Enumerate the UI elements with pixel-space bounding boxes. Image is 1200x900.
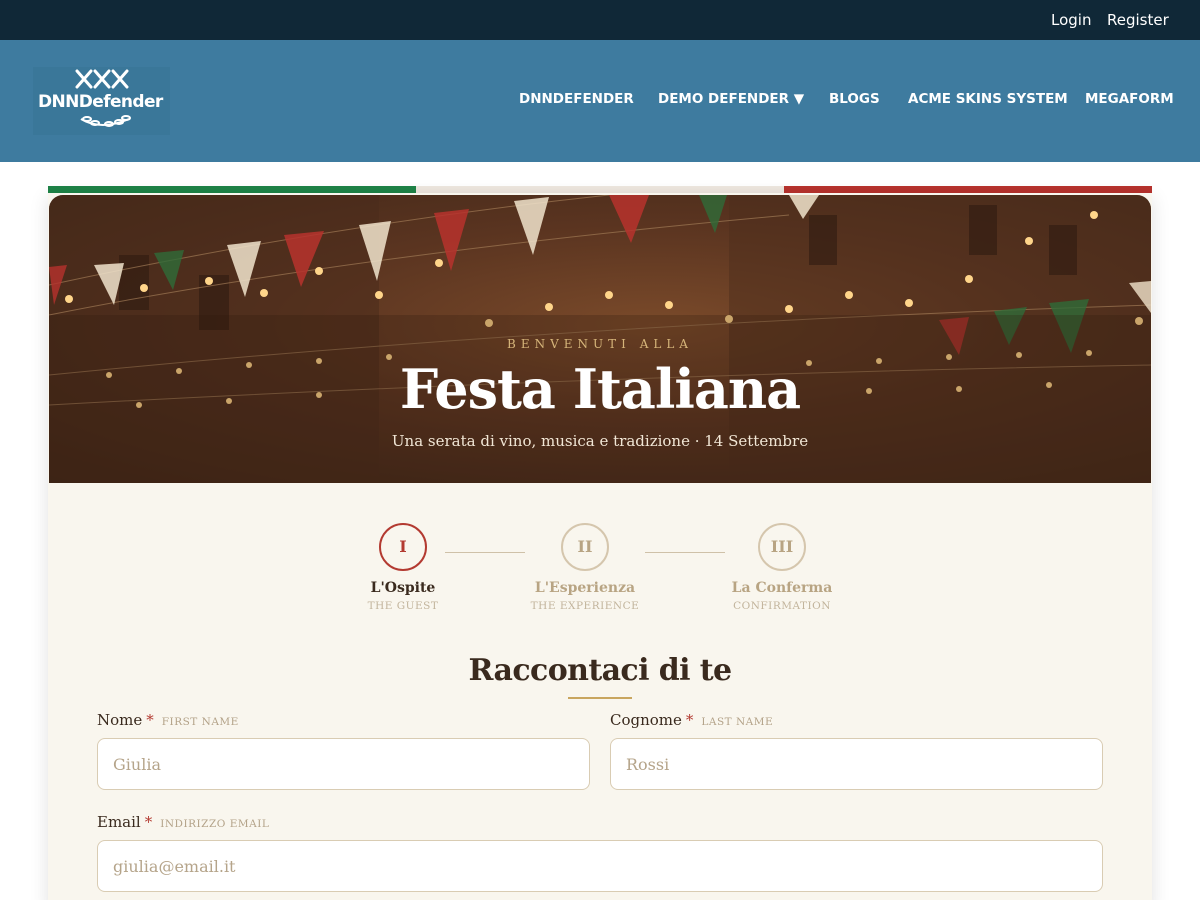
step-2-label: L'Esperienza xyxy=(534,580,636,596)
first-name-label-text: Nome xyxy=(97,711,143,729)
section-title-underline xyxy=(568,697,632,699)
step-1-circle[interactable]: I xyxy=(379,523,427,571)
step-3-label: La Conferma xyxy=(731,580,833,596)
step-3-sublabel: CONFIRMATION xyxy=(733,600,831,612)
nav-item-blogs[interactable]: BLOGS xyxy=(829,91,880,107)
step-connector xyxy=(445,552,525,553)
required-marker: * xyxy=(144,813,153,831)
italian-flag-green-stripe xyxy=(48,186,416,193)
hero-subtitle: Una serata di vino, musica e tradizione … xyxy=(391,432,809,450)
required-marker: * xyxy=(146,711,154,729)
first-name-label: Nome * FIRST NAME xyxy=(97,711,239,729)
step-3-circle[interactable]: III xyxy=(758,523,806,571)
site-logo[interactable]: DNNDefender xyxy=(33,67,170,135)
last-name-hint: LAST NAME xyxy=(701,716,774,728)
section-title: Raccontaci di te xyxy=(468,653,733,688)
hero-eyebrow: BENVENUTI ALLA xyxy=(507,337,693,351)
email-label-text: Email xyxy=(97,813,141,831)
email-input[interactable] xyxy=(97,840,1103,892)
nav-item-demo-defender[interactable]: DEMO DEFENDER ▼ xyxy=(658,91,804,107)
last-name-label: Cognome * LAST NAME xyxy=(610,711,773,729)
required-marker: * xyxy=(685,711,694,729)
step-2-circle[interactable]: II xyxy=(561,523,609,571)
nav-item-acme-skins-system[interactable]: ACME SKINS SYSTEM xyxy=(908,91,1068,107)
logo-text: DNNDefender xyxy=(38,92,163,112)
register-link[interactable]: Register xyxy=(1107,11,1169,29)
site-header: DNNDefender DNNDEFENDER DEMO DEFENDER ▼ … xyxy=(0,40,1200,162)
step-1-label: L'Ospite xyxy=(370,580,436,596)
top-utility-bar: Login Register xyxy=(0,0,1200,40)
hero-banner: BENVENUTI ALLA Festa Italiana Una serata… xyxy=(49,195,1151,483)
email-hint: INDIRIZZO EMAIL xyxy=(160,818,270,830)
step-2-sublabel: THE EXPERIENCE xyxy=(530,600,640,612)
nav-item-megaform[interactable]: MEGAFORM xyxy=(1085,91,1174,107)
login-link[interactable]: Login xyxy=(1051,11,1091,29)
italian-flag-white-stripe xyxy=(416,186,784,193)
last-name-input[interactable] xyxy=(610,738,1103,790)
last-name-label-text: Cognome xyxy=(610,711,682,729)
first-name-input[interactable] xyxy=(97,738,590,790)
step-connector xyxy=(645,552,725,553)
step-1-sublabel: THE GUEST xyxy=(367,600,439,612)
italian-flag-red-stripe xyxy=(784,186,1152,193)
email-label: Email * INDIRIZZO EMAIL xyxy=(97,813,269,831)
hero-title: Festa Italiana xyxy=(399,357,801,421)
nav-item-dnndefender[interactable]: DNNDEFENDER xyxy=(519,91,634,107)
first-name-hint: FIRST NAME xyxy=(161,716,239,728)
